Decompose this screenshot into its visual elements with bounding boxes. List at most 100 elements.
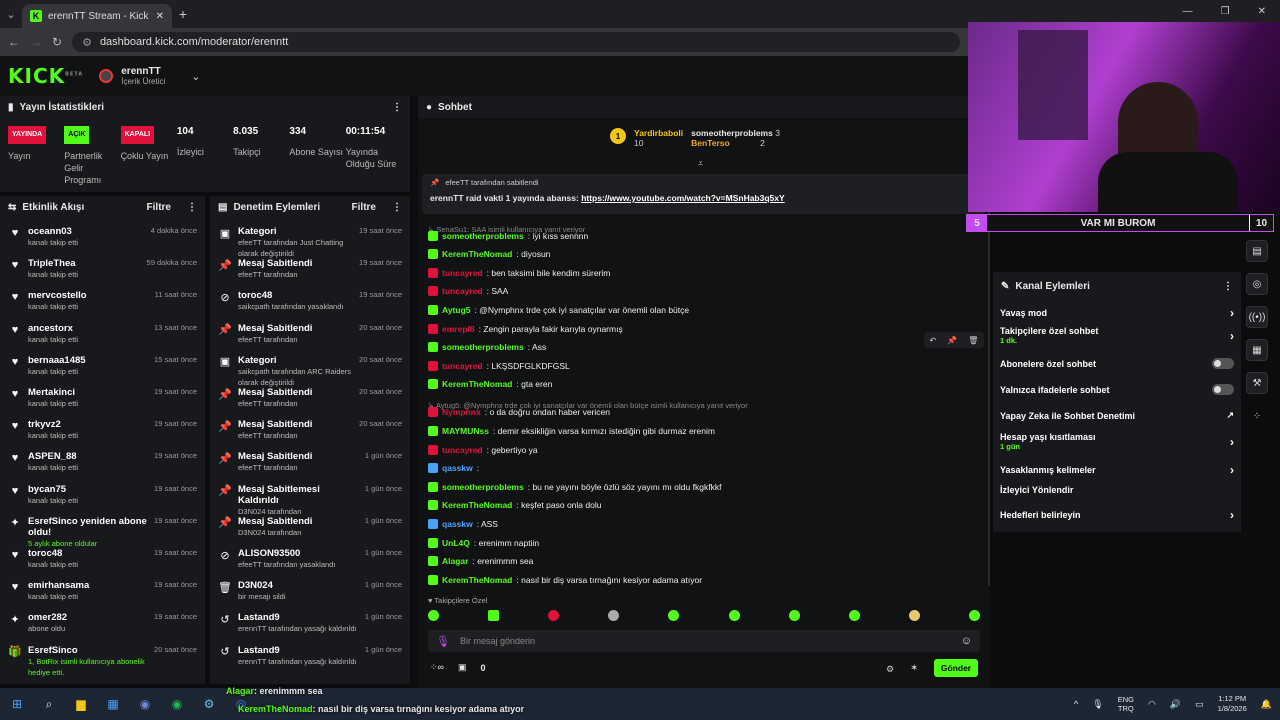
- chat-username[interactable]: someotherproblems: [442, 482, 524, 492]
- channel-action[interactable]: Yapay Zeka ile Sohbet Denetimi ↗: [1000, 410, 1234, 421]
- emote-icon[interactable]: [848, 610, 860, 621]
- dashboard-icon[interactable]: ▦: [1246, 339, 1268, 361]
- chat-message[interactable]: Alagar: erenimmm sea: [428, 556, 533, 566]
- url-field[interactable]: ⚙ dashboard.kick.com/moderator/erenntt: [72, 32, 960, 52]
- tab-list-icon[interactable]: ⌄: [0, 8, 22, 21]
- activity-menu-icon[interactable]: ⋮: [187, 202, 197, 213]
- broadcast-icon[interactable]: ((•)): [1246, 306, 1268, 328]
- emote-icon[interactable]: [668, 610, 680, 621]
- chat-message[interactable]: someotherproblems: bu ne yayını böyle öz…: [428, 482, 721, 492]
- infinity-icon[interactable]: ⁘∞: [430, 662, 444, 673]
- points-icon[interactable]: ▣: [458, 662, 467, 673]
- chevron-down-icon[interactable]: ⌄: [191, 70, 200, 83]
- activity-item[interactable]: ♥ Mertakinci kanalı takip etti 19 saat önce: [0, 387, 205, 409]
- notes-icon[interactable]: ▤: [1246, 240, 1268, 262]
- search-icon[interactable]: ⌕: [40, 695, 58, 713]
- chat-username[interactable]: tuncayred: [442, 286, 483, 296]
- moderation-item[interactable]: 📌 Mesaj Sabitlendi efeeTT tarafından 1 gün …: [210, 451, 410, 473]
- chat-message[interactable]: qasskw: ASS: [428, 519, 498, 529]
- channel-action[interactable]: Yalnızca ifadelerle sohbet: [1000, 384, 1234, 395]
- chat-message[interactable]: Aytug5: @Nymphnx trde çok iyi sanatçılar…: [428, 305, 689, 315]
- chat-username[interactable]: Nymphnx: [442, 407, 481, 417]
- chat-username[interactable]: someotherproblems: [442, 231, 524, 241]
- send-button[interactable]: Gönder: [934, 659, 978, 677]
- delete-icon[interactable]: 🗑: [968, 336, 978, 345]
- chat-username[interactable]: Aytug5: [442, 305, 471, 315]
- activity-item[interactable]: ♥ toroc48 kanalı takip etti 19 saat önce: [0, 548, 205, 570]
- activity-item[interactable]: ✦ EsrefSinco yeniden abone oldu! 5 aylık a…: [0, 516, 205, 549]
- stats-menu-icon[interactable]: ⋮: [392, 102, 402, 113]
- moderation-item[interactable]: 📌 Mesaj Sabitlendi efeeTT tarafından 20 saa…: [210, 323, 410, 345]
- minimize-icon[interactable]: —: [1183, 6, 1193, 17]
- mic-tray-icon[interactable]: 🎙: [1092, 699, 1103, 710]
- chat-message[interactable]: KeremTheNomad: gta eren: [428, 379, 552, 389]
- external-link-icon[interactable]: ↗: [1226, 410, 1234, 421]
- pinned-link[interactable]: https://www.youtube.com/watch?v=MSnHab3q…: [581, 193, 784, 203]
- chat-username[interactable]: someotherproblems: [442, 342, 524, 352]
- chat-message[interactable]: MAYMUNss: demir eksikliğin varsa kırmızı…: [428, 426, 715, 436]
- microphone-icon[interactable]: 🎙: [436, 635, 450, 648]
- chat-message[interactable]: tuncayred: LKŞSDFGLKDFGSL: [428, 361, 570, 371]
- moderation-item[interactable]: 📌 Mesaj Sabitlemesi Kaldırıldı D3N024 tara…: [210, 484, 410, 517]
- activity-item[interactable]: 🎁 EsrefSinco 1, BotRix isimli kullanıcıya …: [0, 645, 205, 678]
- chat-message[interactable]: tuncayred: SAA: [428, 286, 508, 296]
- site-info-icon[interactable]: ⚙: [82, 36, 92, 49]
- toggle-switch[interactable]: [1212, 384, 1234, 395]
- emote-menu-icon[interactable]: ✶: [910, 663, 918, 674]
- spotify-icon[interactable]: ◉: [168, 695, 186, 713]
- chevron-right-icon[interactable]: ›: [1230, 435, 1234, 449]
- tray-chevron-icon[interactable]: ^: [1074, 699, 1078, 709]
- chat-message[interactable]: qasskw:: [428, 463, 479, 473]
- activity-item[interactable]: ♥ emirhansama kanalı takip etti 19 saat önc…: [0, 580, 205, 602]
- chat-username[interactable]: emrepl8: [442, 324, 475, 334]
- chat-message[interactable]: UnL4Q: erenimm naptiin: [428, 538, 539, 548]
- leaderboard-expand-icon[interactable]: ⩡: [698, 158, 703, 169]
- moderation-item[interactable]: ↺ Lastand9 erennTT tarafından yasağı kaldı…: [210, 612, 410, 634]
- emote-icon[interactable]: [788, 610, 800, 621]
- forward-icon[interactable]: →: [30, 35, 42, 49]
- emote-icon[interactable]: [908, 610, 920, 621]
- emote-icon[interactable]: [428, 610, 439, 621]
- close-window-icon[interactable]: ✕: [1258, 6, 1266, 17]
- emote-icon[interactable]: [548, 610, 560, 621]
- moderation-item[interactable]: ▣ Kategori efeeTT tarafından Just Chatting…: [210, 226, 410, 259]
- activity-item[interactable]: ♥ mervcostello kanalı takip etti 11 saat ön…: [0, 290, 205, 312]
- chat-username[interactable]: KeremTheNomad: [442, 249, 512, 259]
- chat-input[interactable]: 🎙 Bir mesaj gönderin ☺: [428, 630, 980, 652]
- channel-switcher[interactable]: erennTT İçerik Üretici ⌄: [99, 66, 200, 86]
- close-tab-icon[interactable]: ✕: [156, 11, 164, 22]
- windows-start-icon[interactable]: ⊞: [8, 695, 26, 713]
- chat-bubble-icon[interactable]: ◎: [1246, 273, 1268, 295]
- chat-username[interactable]: KeremTheNomad: [442, 500, 512, 510]
- moderation-item[interactable]: ⊘ toroc48 saikcpath tarafından yasaklandı 1…: [210, 290, 410, 312]
- moderation-item[interactable]: 📌 Mesaj Sabitlendi efeeTT tarafından 20 saa…: [210, 387, 410, 409]
- chevron-right-icon[interactable]: ›: [1230, 508, 1234, 522]
- clock[interactable]: 1:12 PM 1/8/2026: [1218, 694, 1247, 714]
- back-icon[interactable]: ←: [8, 35, 20, 49]
- channel-action[interactable]: Yasaklanmış kelimeler ›: [1000, 463, 1234, 477]
- chat-settings-icon[interactable]: ⚙: [886, 664, 894, 675]
- moderation-item[interactable]: ↺ Lastand9 erennTT tarafından yasağı kaldı…: [210, 645, 410, 667]
- channel-actions-menu-icon[interactable]: ⋮: [1223, 281, 1233, 292]
- chat-message[interactable]: KeremTheNomad: diyosun: [428, 249, 550, 259]
- emote-icon[interactable]: [488, 610, 500, 621]
- pin-message-icon[interactable]: 📌: [947, 336, 957, 345]
- channel-action[interactable]: Yavaş mod ›: [1000, 306, 1234, 320]
- new-tab-icon[interactable]: +: [172, 6, 194, 22]
- activity-item[interactable]: ♥ oceann03 kanalı takip etti 4 dakika önce: [0, 226, 205, 248]
- language-indicator[interactable]: ENG TRQ: [1118, 695, 1134, 713]
- chevron-right-icon[interactable]: ›: [1230, 463, 1234, 477]
- wifi-icon[interactable]: ◠: [1148, 699, 1156, 710]
- moderation-item[interactable]: 📌 Mesaj Sabitlendi D3N024 tarafından 1 gün …: [210, 516, 410, 538]
- file-explorer-icon[interactable]: ▆: [72, 695, 90, 713]
- maximize-icon[interactable]: ❐: [1221, 6, 1230, 17]
- notifications-icon[interactable]: 🔔: [1261, 699, 1272, 710]
- moderation-item[interactable]: ▣ Kategori saikcpath tarafından ARC Raider…: [210, 355, 410, 388]
- reply-icon[interactable]: ↶: [930, 336, 937, 345]
- channel-action[interactable]: Takipçilere özel sohbet 1 dk. ›: [1000, 326, 1234, 345]
- volume-icon[interactable]: 🔊: [1170, 699, 1181, 710]
- emote-icon[interactable]: [728, 610, 740, 621]
- chat-message[interactable]: Nymphnx: o da doğru ondan haber vericen: [428, 407, 610, 417]
- moderation-item[interactable]: 📌 Mesaj Sabitlendi efeeTT tarafından 19 saa…: [210, 258, 410, 280]
- store-icon[interactable]: ▦: [104, 695, 122, 713]
